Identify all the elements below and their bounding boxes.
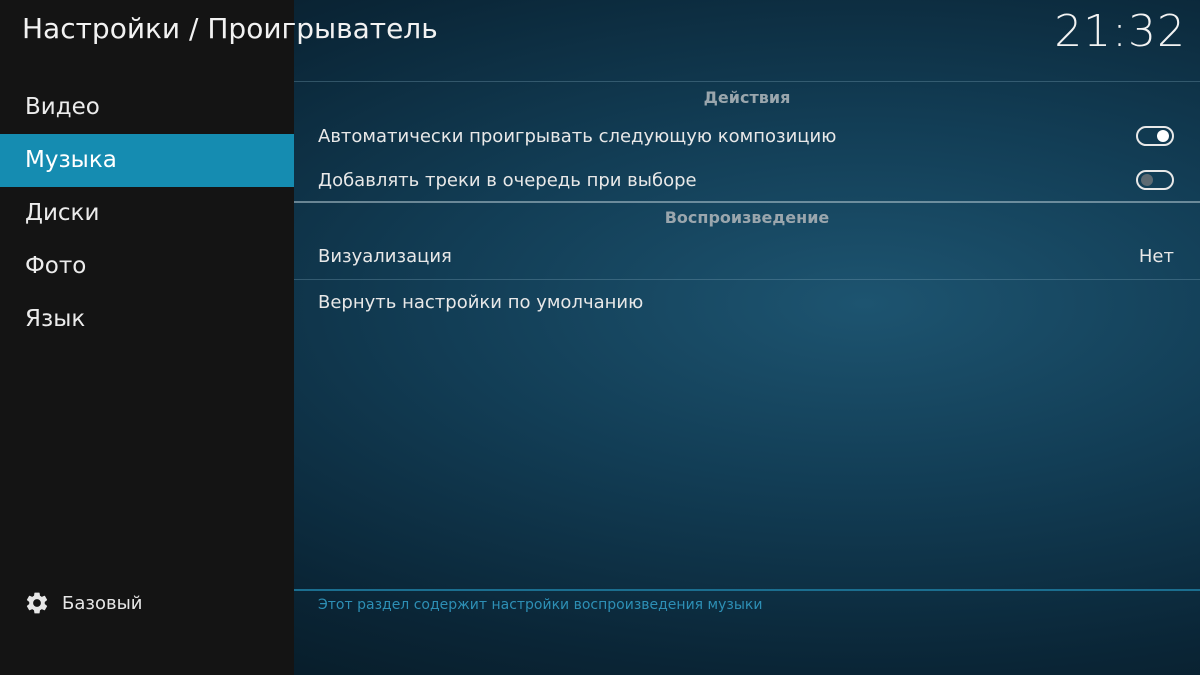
setting-label: Добавлять треки в очередь при выборе	[318, 169, 697, 191]
gear-icon	[26, 592, 48, 614]
section-description: Этот раздел содержит настройки воспроизв…	[318, 597, 763, 613]
sidebar-item-discs[interactable]: Диски	[0, 187, 294, 240]
setting-value: Нет	[1138, 245, 1174, 267]
sidebar-item-language[interactable]: Язык	[0, 293, 294, 346]
setting-label: Вернуть настройки по умолчанию	[318, 291, 644, 313]
setting-autoplay-next[interactable]: Автоматически проигрывать следующую комп…	[318, 114, 1174, 158]
setting-label: Автоматически проигрывать следующую комп…	[318, 125, 837, 147]
setting-visualization[interactable]: Визуализация Нет	[318, 234, 1174, 278]
sidebar-item-photo[interactable]: Фото	[0, 240, 294, 293]
section-header-actions: Действия	[703, 88, 791, 107]
settings-level-button[interactable]: Базовый	[24, 590, 142, 616]
sidebar-item-music[interactable]: Музыка	[0, 134, 294, 187]
sidebar-nav: Видео Музыка Диски Фото Язык	[0, 81, 294, 346]
toggle-switch-on[interactable]	[1136, 126, 1174, 146]
divider	[294, 81, 1200, 82]
setting-label: Визуализация	[318, 245, 452, 267]
toggle-knob	[1141, 174, 1153, 186]
setting-queue-on-select[interactable]: Добавлять треки в очередь при выборе	[318, 158, 1174, 202]
divider	[294, 201, 1200, 203]
settings-panel: Действия Автоматически проигрывать следу…	[294, 0, 1200, 675]
section-header-playback: Воспроизведение	[664, 208, 830, 227]
setting-reset-defaults[interactable]: Вернуть настройки по умолчанию	[318, 280, 1174, 324]
settings-level-label: Базовый	[62, 592, 143, 614]
clock: 21:32	[1054, 6, 1186, 57]
page-title: Настройки / Проигрыватель	[22, 12, 438, 45]
toggle-switch-off[interactable]	[1136, 170, 1174, 190]
footer-divider	[294, 589, 1200, 591]
toggle-knob	[1157, 130, 1169, 142]
sidebar-item-video[interactable]: Видео	[0, 81, 294, 134]
